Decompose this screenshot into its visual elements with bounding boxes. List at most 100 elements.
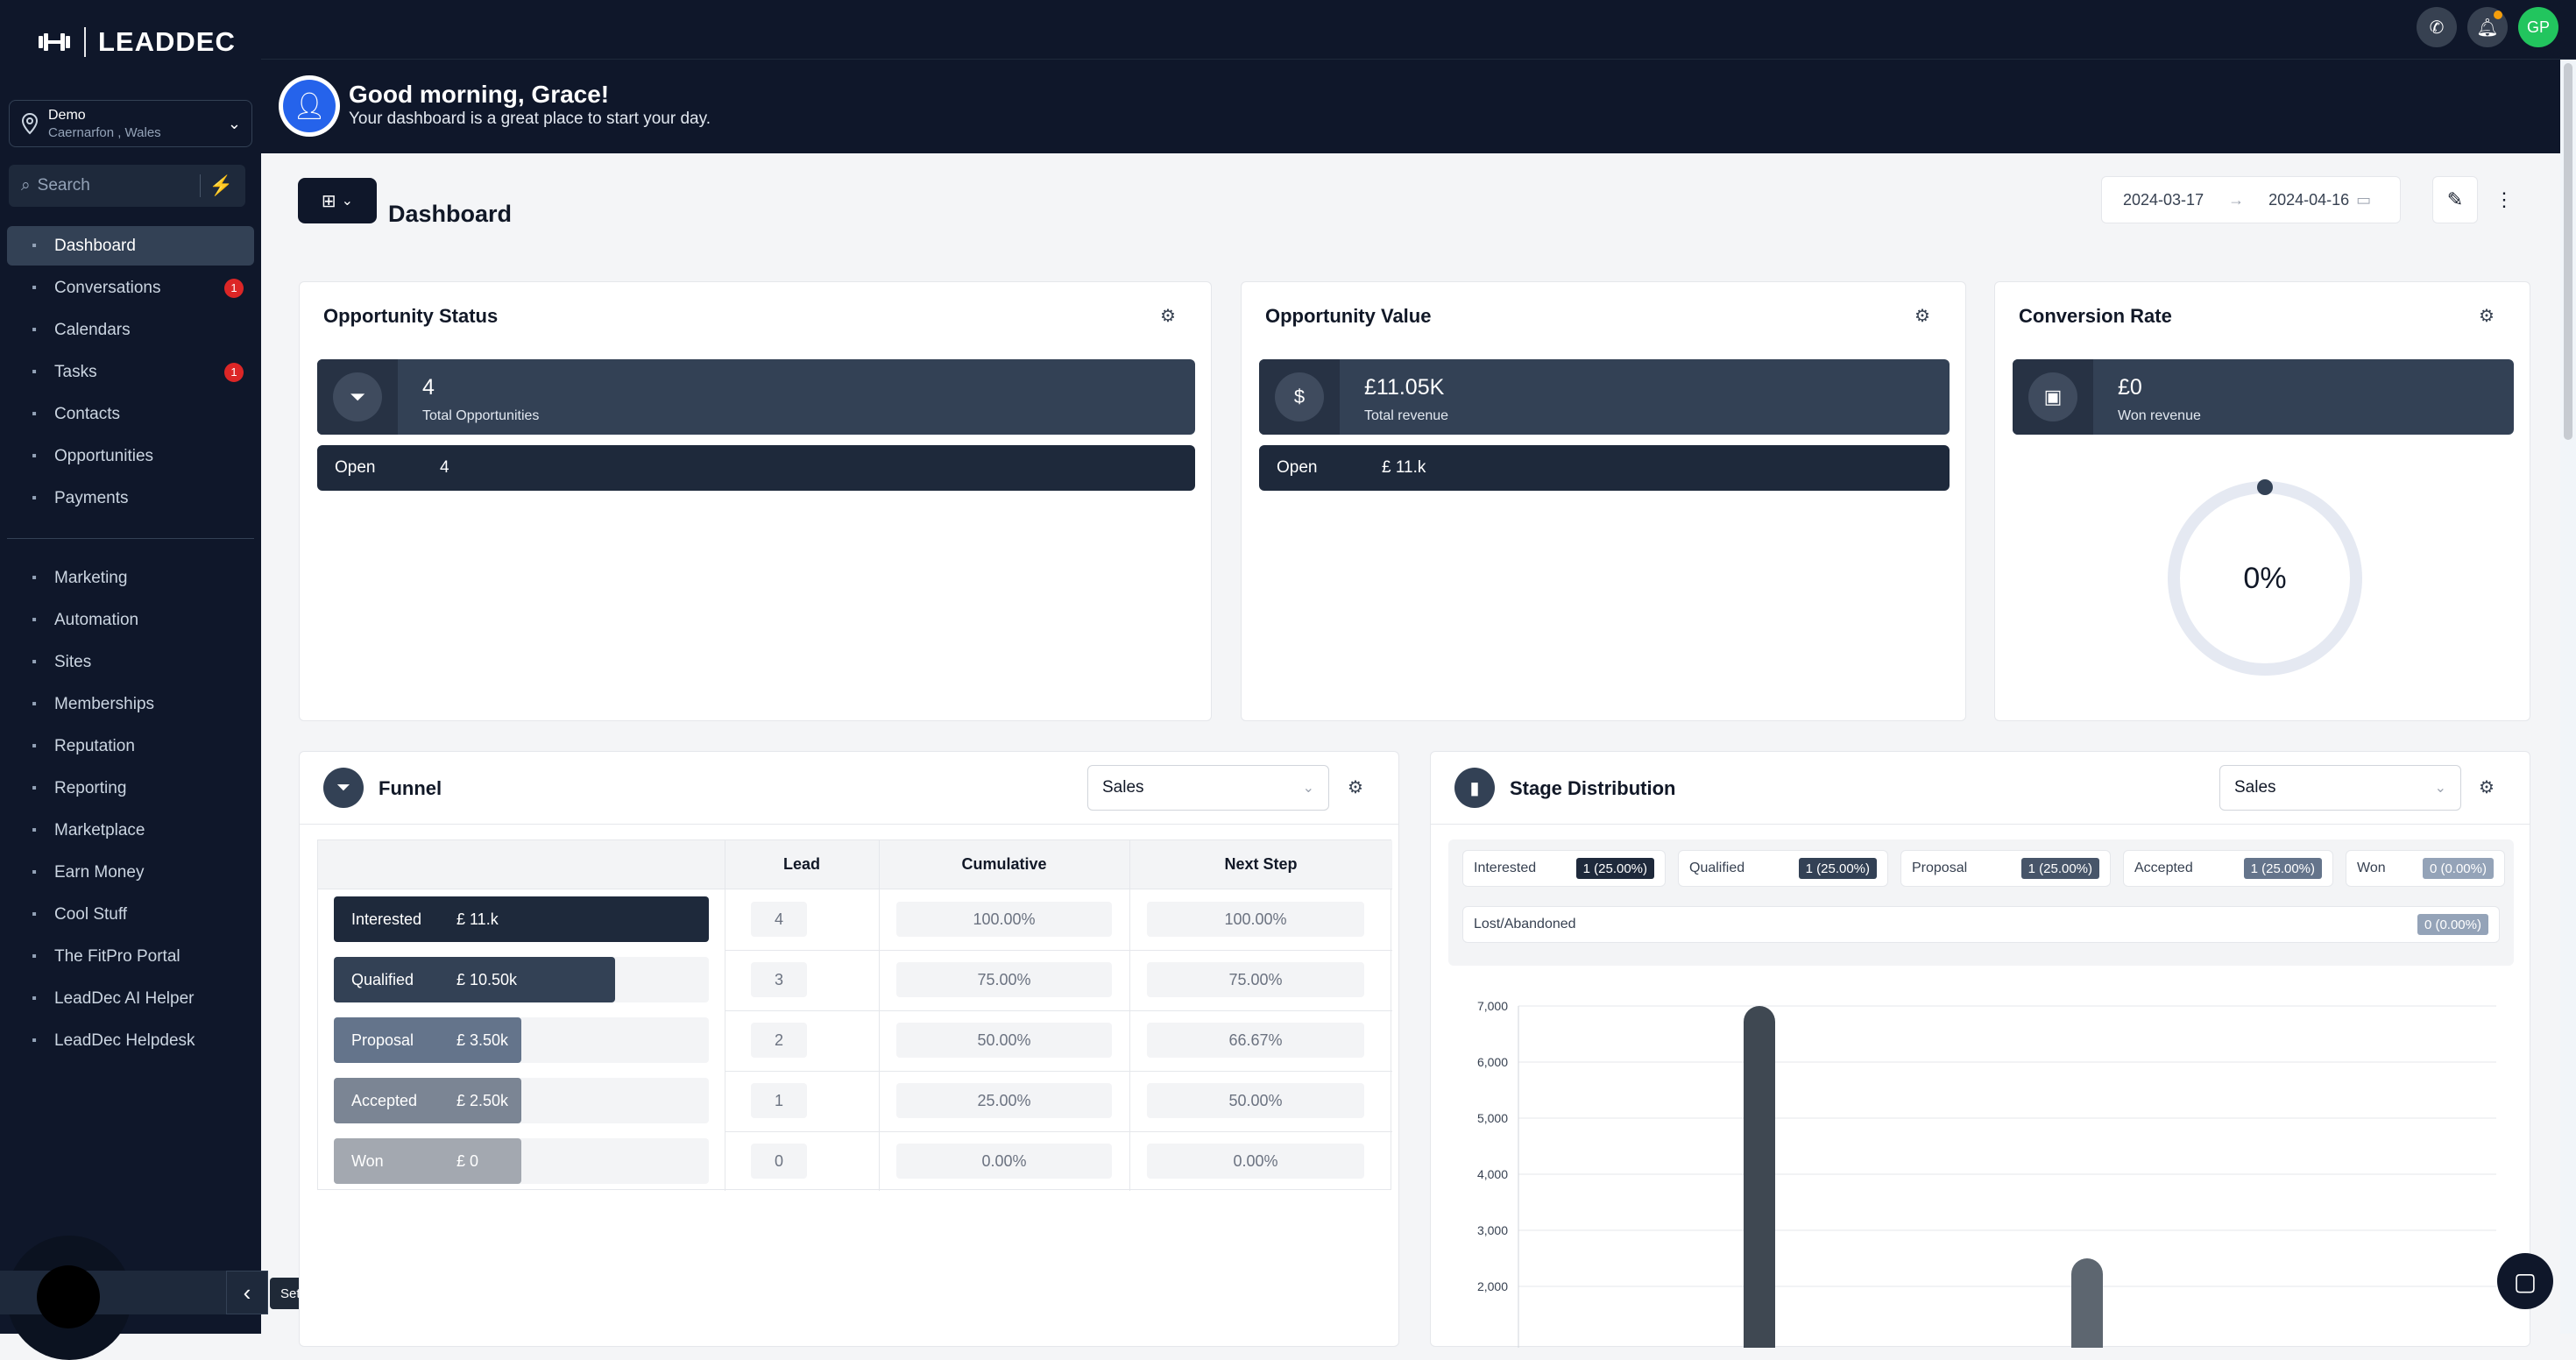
date-to: 2024-04-16	[2268, 190, 2350, 209]
phone-button[interactable]: ✆	[2417, 7, 2457, 47]
funnel-bar[interactable]: Proposal £ 3.50k	[334, 1017, 521, 1063]
stage-chip-label: Lost/Abandoned	[1474, 917, 1576, 931]
funnel-pipeline-select[interactable]: Sales ⌄	[1087, 765, 1329, 811]
sidebar-item-dashboard[interactable]: ▪ Dashboard	[7, 226, 254, 266]
brand-name: LEADDEC	[98, 26, 236, 57]
filter-settings-icon[interactable]: ⚙︎	[2479, 305, 2495, 327]
funnel-next-cell: 75.00%	[1147, 962, 1364, 997]
funnel-icon: ▪	[32, 448, 37, 464]
chevron-down-icon: ⌄	[227, 114, 241, 132]
sidebar-item-the-fitpro-portal[interactable]: ▪ The FitPro Portal	[7, 937, 254, 976]
funnel-lead-cell: 3	[751, 962, 807, 997]
filter-settings-icon[interactable]: ⚙︎	[1160, 305, 1176, 327]
logo-separator	[84, 27, 86, 57]
sidebar-item-marketplace[interactable]: ▪ Marketplace	[7, 811, 254, 850]
more-options-button[interactable]: ⋮	[2487, 176, 2522, 223]
stage-chip[interactable]: Interested 1 (25.00%)	[1462, 850, 1666, 887]
funnel-bar[interactable]: Interested £ 11.k	[334, 896, 709, 942]
quick-action-icon[interactable]: ⚡	[199, 174, 233, 197]
sidebar-item-payments[interactable]: ▪ Payments	[7, 478, 254, 518]
funnel-column-header: Next Step	[1129, 840, 1392, 889]
date-range-picker[interactable]: 2024-03-17 → 2024-04-16 ▭	[2101, 176, 2401, 223]
date-from: 2024-03-17	[2123, 190, 2204, 209]
location-name: Demo	[48, 107, 86, 123]
unread-badge: 1	[224, 362, 244, 382]
funnel-stage-value: £ 10.50k	[456, 970, 518, 988]
sidebar-item-sites[interactable]: ▪ Sites	[7, 642, 254, 682]
gauge-indicator	[2257, 479, 2273, 495]
sidebar-item-memberships[interactable]: ▪ Memberships	[7, 684, 254, 724]
sidebar-item-label: Cool Stuff	[54, 904, 128, 924]
chevron-down-icon: ⌄	[2434, 781, 2446, 796]
stage-chip-label: Won	[2357, 861, 2386, 875]
filter-settings-icon[interactable]: ⚙︎	[2479, 776, 2495, 798]
dashboard-switcher-button[interactable]: ⊞ ⌄	[298, 178, 377, 223]
brand-logo[interactable]: LEADDEC	[37, 25, 236, 60]
stage-chip[interactable]: Won 0 (0.00%)	[2346, 850, 2505, 887]
sidebar-item-label: Conversations	[54, 278, 161, 297]
stage-pipeline-select[interactable]: Sales ⌄	[2219, 765, 2461, 811]
collapse-sidebar-button[interactable]: ‹	[226, 1271, 268, 1314]
stage-distribution-card: ▮ Stage Distribution Sales ⌄ ⚙︎ Interest…	[1430, 751, 2530, 1348]
sidebar-item-reporting[interactable]: ▪ Reporting	[7, 769, 254, 808]
user-icon: 👤︎	[283, 80, 336, 132]
funnel-stage-value: £ 0	[456, 1151, 479, 1170]
sidebar-item-contacts[interactable]: ▪ Contacts	[7, 394, 254, 434]
stage-chip-count: 1 (25.00%)	[2020, 858, 2099, 879]
greeting-title: Good morning, Grace!	[349, 81, 610, 108]
search-input[interactable]: ⌕ Search ⚡	[9, 165, 245, 207]
sidebar-item-conversations[interactable]: ▪ Conversations 1	[7, 268, 254, 308]
wallet-icon: ▣	[2028, 372, 2077, 421]
nav-primary: ▪ Dashboard ▪ Conversations 1 ▪ Calendars ▪ Task…	[7, 226, 254, 521]
funnel-stage-value: £ 2.50k	[456, 1091, 509, 1109]
funnel-header-stage	[318, 840, 725, 889]
filter-settings-icon[interactable]: ⚙︎	[1348, 776, 1363, 798]
location-place: Caernarfon , Wales	[48, 124, 161, 140]
funnel-lead-cell: 0	[751, 1144, 807, 1179]
funnel-stage-name: Won	[351, 1151, 384, 1170]
row-divider	[725, 1071, 1392, 1072]
location-switcher[interactable]: Demo Caernarfon , Wales ⌄	[9, 100, 252, 147]
y-tick-label: 4,000	[1477, 1167, 1508, 1181]
sidebar-item-leaddec-helpdesk[interactable]: ▪ LeadDec Helpdesk	[7, 1021, 254, 1060]
sidebar-item-opportunities[interactable]: ▪ Opportunities	[7, 436, 254, 476]
funnel-bar[interactable]: Accepted £ 2.50k	[334, 1078, 521, 1123]
sidebar-item-automation[interactable]: ▪ Automation	[7, 600, 254, 640]
notification-dot	[2494, 11, 2502, 19]
sidebar-item-cool-stuff[interactable]: ▪ Cool Stuff	[7, 895, 254, 934]
sidebar-item-label: Sites	[54, 652, 92, 671]
sidebar: LEADDEC Demo Caernarfon , Wales ⌄ ⌕ Sear…	[0, 0, 261, 1360]
chat-help-button[interactable]: ▢	[2497, 1253, 2553, 1309]
edit-dashboard-button[interactable]: ✎	[2432, 176, 2478, 223]
stage-chip[interactable]: Proposal 1 (25.00%)	[1900, 850, 2111, 887]
funnel-bar[interactable]: Qualified £ 10.50k	[334, 957, 615, 1002]
sidebar-item-label: Payments	[54, 488, 129, 507]
sidebar-item-reputation[interactable]: ▪ Reputation	[7, 726, 254, 766]
notifications-button[interactable]: 🔔︎	[2467, 7, 2508, 47]
nav-divider	[7, 538, 254, 539]
sidebar-item-calendars[interactable]: ▪ Calendars	[7, 310, 254, 350]
stage-chip-count: 1 (25.00%)	[1575, 858, 1654, 879]
sidebar-item-tasks[interactable]: ▪ Tasks 1	[7, 352, 254, 392]
stage-chip[interactable]: Lost/Abandoned 0 (0.00%)	[1462, 906, 2500, 943]
stage-chip[interactable]: Qualified 1 (25.00%)	[1678, 850, 1888, 887]
funnel-cumulative-cell: 0.00%	[896, 1144, 1112, 1179]
funnel-icon: ⏷	[323, 768, 364, 808]
chart-bar[interactable]	[2071, 1258, 2103, 1348]
filter-settings-icon[interactable]: ⚙︎	[1914, 305, 1930, 327]
stage-distribution-chart: 7,000 6,000 5,000 4,000 3,000 2,000	[1477, 999, 2496, 1348]
robot-icon: ▪	[32, 990, 37, 1006]
user-avatar[interactable]: GP	[2518, 7, 2558, 47]
scrollbar-thumb[interactable]	[2564, 63, 2572, 440]
column-divider	[879, 840, 880, 1191]
sidebar-item-marketing[interactable]: ▪ Marketing	[7, 558, 254, 598]
chart-bar[interactable]	[1744, 1006, 1775, 1348]
sidebar-item-label: Opportunities	[54, 446, 154, 465]
sidebar-item-earn-money[interactable]: ▪ Earn Money	[7, 853, 254, 892]
conversion-rate-card: Conversion Rate ⚙︎ ▣ £0 Won revenue 0%	[1994, 281, 2530, 721]
sidebar-item-leaddec-ai-helper[interactable]: ▪ LeadDec AI Helper	[7, 979, 254, 1018]
funnel-column-header: Cumulative	[879, 840, 1129, 889]
page-scrollbar[interactable]	[2560, 60, 2576, 1334]
funnel-bar[interactable]: Won £ 0	[334, 1138, 521, 1184]
stage-chip[interactable]: Accepted 1 (25.00%)	[2123, 850, 2333, 887]
